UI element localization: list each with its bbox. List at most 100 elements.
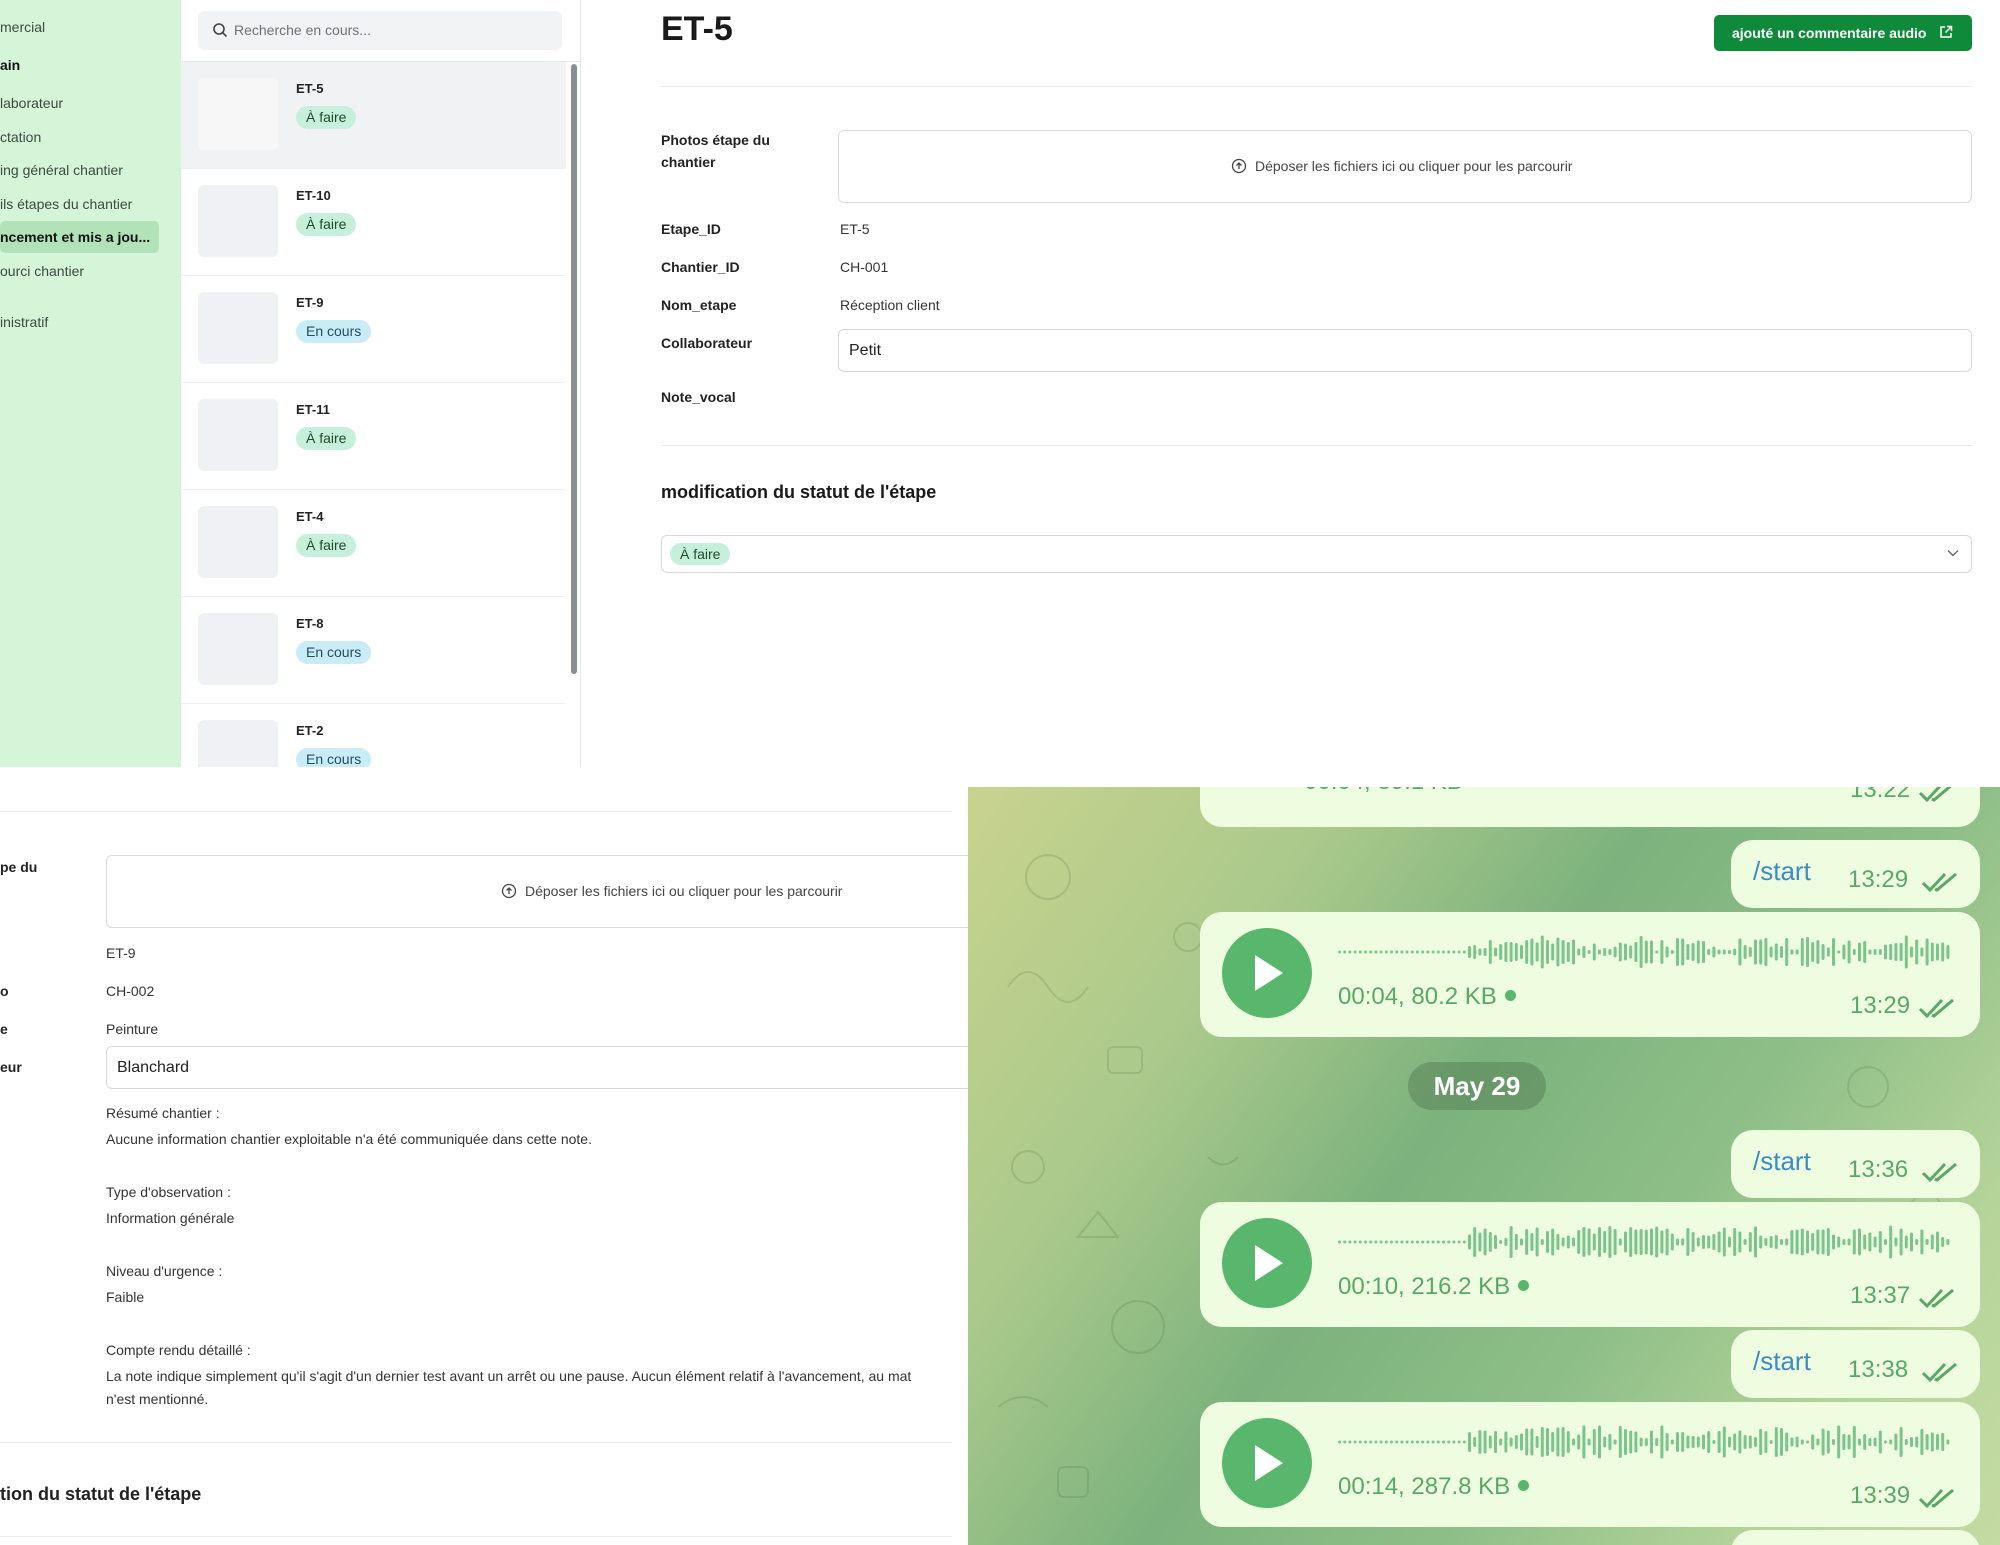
waveform-bar — [1426, 950, 1430, 954]
status-section-title: modification du statut de l'étape — [661, 482, 937, 502]
list-item[interactable]: ET-4 À faire — [181, 490, 566, 597]
sidebar-section-terrain[interactable]: ain — [0, 57, 20, 73]
waveform-bar — [1852, 949, 1856, 955]
waveform-bar — [1358, 1240, 1362, 1244]
divider — [661, 445, 1972, 446]
waveform-bar — [1499, 944, 1503, 960]
waveform-bar — [1878, 1430, 1882, 1454]
waveform-bar — [1525, 1428, 1529, 1456]
waveform-bar — [1816, 1438, 1820, 1446]
item-id: ET-10 — [296, 188, 331, 203]
sidebar-item-administratif[interactable]: inistratif — [0, 314, 48, 330]
waveform-bar — [1676, 1238, 1679, 1246]
waveform-bar — [1930, 1432, 1934, 1452]
list-item[interactable]: ET-9 En cours — [181, 276, 566, 383]
waveform-bar — [1733, 948, 1737, 956]
collaborateur-field[interactable]: Petit — [838, 329, 1972, 372]
waveform-bar — [1520, 1433, 1523, 1451]
waveform-bar — [1842, 1434, 1846, 1450]
photo-dropzone[interactable]: Déposer les fichiers ici ou cliquer pour… — [838, 130, 1972, 203]
double-check-icon — [1921, 1162, 1957, 1183]
waveform-bar — [1353, 1240, 1357, 1244]
waveform-bar — [1483, 1430, 1487, 1454]
waveform-bar — [1904, 935, 1908, 969]
waveform-bar — [1785, 1238, 1789, 1246]
waveform-bar — [1364, 950, 1367, 954]
waveform-bar — [1837, 1425, 1841, 1459]
waveform-bar — [1910, 946, 1913, 958]
dropzone-text: Déposer les fichiers ici ou cliquer pour… — [501, 883, 842, 899]
waveform-bar — [1707, 1431, 1711, 1453]
waveform-bar — [1338, 950, 1341, 954]
waveform-bar — [1395, 1240, 1399, 1244]
thumbnail — [198, 720, 278, 767]
sidebar-item-commercial[interactable]: mercial — [0, 19, 45, 35]
waveform-bar — [1738, 938, 1742, 966]
status-badge: En cours — [296, 320, 372, 343]
sidebar-item-details-etapes[interactable]: ils étapes du chantier — [0, 196, 132, 212]
status-badge: En cours — [296, 641, 372, 664]
nom-etape-value: Réception client — [840, 297, 940, 313]
add-audio-comment-button[interactable]: ajouté un commentaire audio — [1714, 15, 1972, 51]
search-input[interactable]: Recherche en cours... — [198, 11, 562, 50]
waveform-bar — [1660, 1425, 1664, 1459]
waveform-bar — [1748, 1435, 1752, 1449]
list-item[interactable]: ET-2 En cours — [181, 704, 566, 767]
scrollbar[interactable] — [571, 64, 577, 674]
waveform-bar — [1790, 1230, 1794, 1254]
waveform-bar — [1722, 1227, 1726, 1257]
waveform-bar — [1717, 1431, 1721, 1453]
waveform-bar — [1509, 1437, 1513, 1447]
waveform-bar — [1369, 1440, 1373, 1444]
waveform-bar — [1733, 1228, 1737, 1256]
status-select[interactable]: À faire — [661, 535, 1972, 573]
waveform-bar — [1707, 949, 1711, 955]
play-button[interactable] — [1222, 1218, 1312, 1308]
waveform-bar — [1634, 942, 1638, 962]
waveform-bar — [1878, 1231, 1882, 1253]
waveform-bar — [1436, 1240, 1440, 1244]
sidebar-item-collaborateur[interactable]: laborateur — [0, 95, 63, 111]
list-item[interactable]: ET-5 À faire — [181, 62, 566, 169]
waveform-bar — [1811, 942, 1815, 962]
waveform-bar — [1670, 1233, 1674, 1251]
waveform-bar — [1608, 949, 1612, 955]
waveform-bar — [1660, 1230, 1664, 1254]
waveform-bar — [1509, 942, 1513, 962]
waveform-bar — [1561, 1237, 1565, 1247]
photo-dropzone[interactable]: Déposer les fichiers ici ou cliquer pour… — [106, 855, 968, 928]
list-item[interactable]: ET-8 En cours — [181, 597, 566, 704]
waveform-bar — [1644, 940, 1648, 964]
waveform-bar — [1473, 945, 1477, 959]
sidebar-item-affectation[interactable]: ctation — [0, 129, 41, 145]
command-link[interactable]: /start — [1753, 856, 1811, 887]
waveform-bar — [1925, 1434, 1929, 1450]
waveform-bar — [1681, 938, 1685, 966]
command-link[interactable]: /start — [1753, 1346, 1811, 1377]
waveform-bar — [1894, 943, 1898, 961]
list-item[interactable]: ET-10 À faire — [181, 169, 566, 276]
nom-etape-value: Peinture — [106, 1021, 159, 1037]
sidebar-item-avancement[interactable]: ncement et mis a jou... — [0, 221, 159, 253]
waveform-bar — [1728, 950, 1731, 954]
waveform-bar — [1878, 949, 1882, 955]
waveform-bar — [1910, 1232, 1913, 1252]
sidebar-item-raccourci-chantier[interactable]: ourci chantier — [0, 263, 84, 279]
waveform-bar — [1873, 949, 1877, 955]
voice-message: 00:04, 89.1 KB 13:22 — [1200, 787, 1980, 827]
sidebar-item-planning-general[interactable]: ing général chantier — [0, 162, 123, 178]
chantier-id-value: CH-001 — [840, 259, 889, 275]
message-time: 13:36 — [1848, 1156, 1909, 1183]
collaborateur-field[interactable]: Blanchard — [106, 1046, 968, 1089]
waveform-bar — [1447, 1440, 1451, 1444]
waveform-bar — [1665, 946, 1669, 958]
urgence-text: Faible — [106, 1289, 145, 1305]
list-item[interactable]: ET-11 À faire — [181, 383, 566, 490]
nom-etape-label: Nom_etape — [661, 297, 737, 313]
play-button[interactable] — [1222, 1418, 1312, 1508]
command-link[interactable]: /start — [1753, 1146, 1811, 1177]
photos-label: Photos étape du chantier — [661, 132, 770, 170]
play-button[interactable] — [1222, 928, 1312, 1018]
waveform-bar — [1483, 1228, 1487, 1256]
waveform-bar — [1748, 1232, 1752, 1252]
